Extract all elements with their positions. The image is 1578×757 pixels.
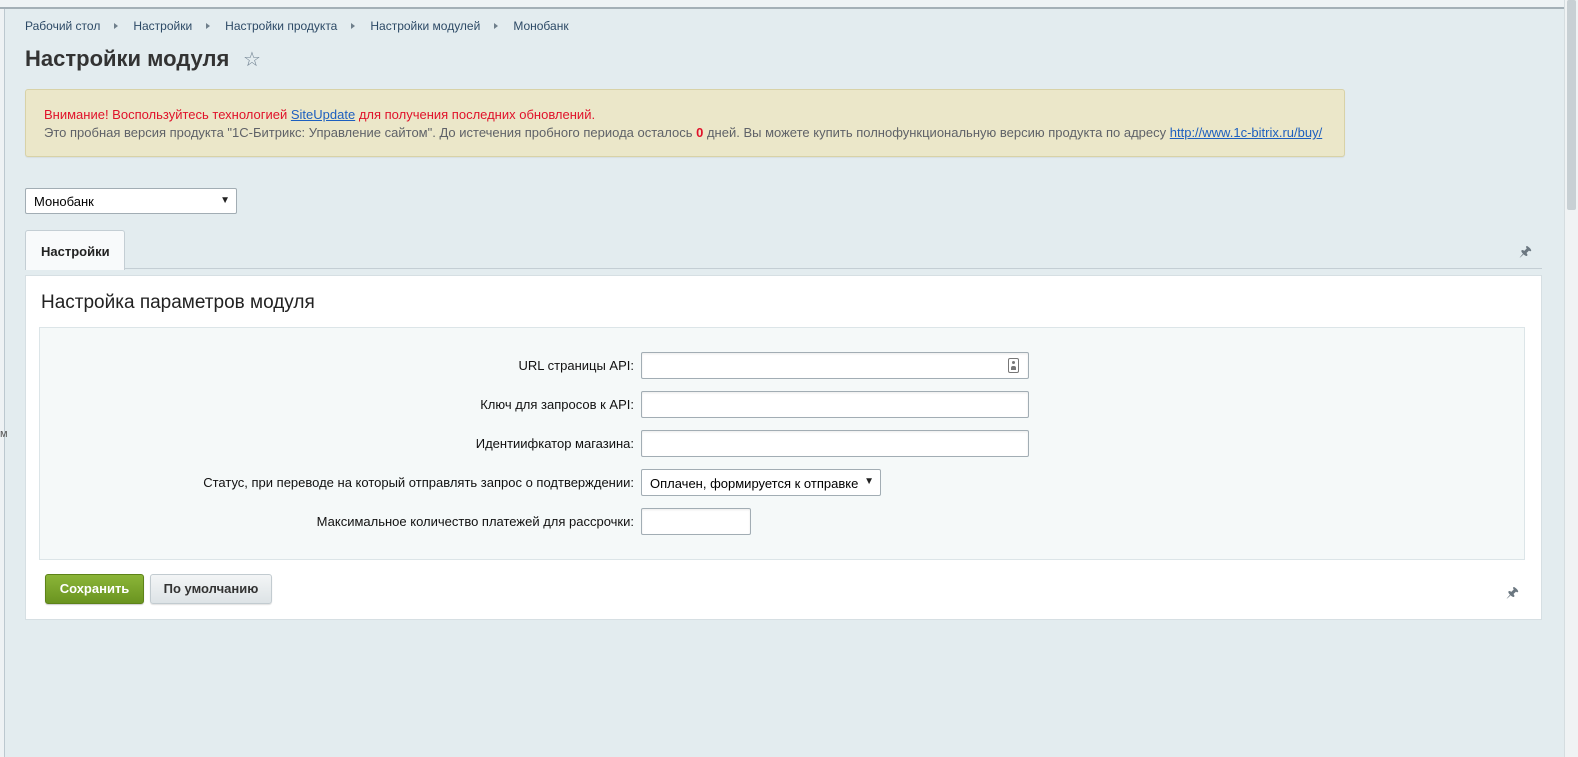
settings-form: URL страницы API: Ключ для запросов к AP… <box>39 327 1525 560</box>
settings-panel: Настройка параметров модуля URL страницы… <box>25 275 1542 620</box>
breadcrumb-arrow-icon <box>114 23 119 29</box>
breadcrumb-item-monobank[interactable]: Монобанк <box>513 19 568 33</box>
tab-settings-label: Настройки <box>41 244 110 259</box>
page-title: Настройки модуля <box>25 46 230 71</box>
field-label-shop-id: Идентиифкатор магазина: <box>475 436 634 451</box>
left-edge-text: м <box>0 428 8 440</box>
field-label-api-key: Ключ для запросов к API: <box>480 397 634 412</box>
breadcrumb-item-product-settings[interactable]: Настройки продукта <box>225 19 337 33</box>
notice-warning-suffix: для получения последних обновлений. <box>355 107 596 122</box>
field-row-api-url: URL страницы API: <box>40 352 1524 379</box>
field-label-status: Статус, при переводе на который отправля… <box>203 475 634 490</box>
breadcrumb-arrow-icon <box>351 23 356 29</box>
scrollbar-thumb[interactable] <box>1567 0 1576 210</box>
field-row-installments: Максимальное количество платежей для рас… <box>40 508 1524 535</box>
top-border <box>0 0 1564 9</box>
api-key-input[interactable] <box>641 391 1029 418</box>
notice-line-update: Внимание! Воспользуйтесь технологией Sit… <box>44 106 1326 124</box>
breadcrumb-item-module-settings[interactable]: Настройки модулей <box>370 19 480 33</box>
notice-warning-text: Внимание! Воспользуйтесь технологией <box>44 107 291 122</box>
pin-icon[interactable]: 🖈︎ <box>1506 582 1519 606</box>
panel-title: Настройка параметров модуля <box>41 292 315 313</box>
notice-line-trial: Это пробная версия продукта "1С-Битрикс:… <box>44 124 1326 142</box>
pin-icon[interactable]: 🖈︎ <box>1519 241 1532 265</box>
installments-input[interactable] <box>641 508 751 535</box>
field-label-installments: Максимальное количество платежей для рас… <box>316 514 634 529</box>
vertical-scrollbar[interactable] <box>1564 0 1578 757</box>
breadcrumb-item-desktop[interactable]: Рабочий стол <box>25 19 100 33</box>
trial-notice: Внимание! Воспользуйтесь технологией Sit… <box>25 89 1345 157</box>
status-select-value: Оплачен, формируется к отправке <box>650 476 859 491</box>
shop-id-input[interactable] <box>641 430 1029 457</box>
chevron-down-icon: ▼ <box>220 195 230 206</box>
star-icon[interactable]: ☆ <box>243 50 263 70</box>
left-panel-edge <box>0 9 5 757</box>
field-label-api-url: URL страницы API: <box>518 358 634 373</box>
field-row-api-key: Ключ для запросов к API: <box>40 391 1524 418</box>
field-row-status: Статус, при переводе на который отправля… <box>40 469 1524 496</box>
trial-text: Это пробная версия продукта "1С-Битрикс:… <box>44 125 697 140</box>
module-select[interactable]: Монобанк ▼ <box>25 188 237 214</box>
buy-link[interactable]: http://www.1c-bitrix.ru/buy/ <box>1170 125 1322 140</box>
chevron-down-icon: ▼ <box>864 476 874 487</box>
breadcrumb: Рабочий стол Настройки Настройки продукт… <box>25 19 569 33</box>
module-select-value: Монобанк <box>34 194 94 209</box>
field-row-shop-id: Идентиифкатор магазина: <box>40 430 1524 457</box>
trial-text-suffix: дней. Вы можете купить полнофункциональн… <box>703 125 1170 140</box>
tabs-bar: Настройки 🖈︎ <box>25 230 1542 270</box>
save-button[interactable]: Сохранить <box>45 574 144 604</box>
siteupdate-link[interactable]: SiteUpdate <box>291 107 355 122</box>
breadcrumb-arrow-icon <box>494 23 499 29</box>
tab-settings[interactable]: Настройки <box>25 230 125 270</box>
api-url-input[interactable] <box>641 352 1029 379</box>
breadcrumb-arrow-icon <box>206 23 211 29</box>
contact-card-icon[interactable] <box>1008 358 1019 373</box>
default-button[interactable]: По умолчанию <box>150 574 272 604</box>
status-select[interactable]: Оплачен, формируется к отправке ▼ <box>641 469 881 496</box>
breadcrumb-item-settings[interactable]: Настройки <box>133 19 192 33</box>
